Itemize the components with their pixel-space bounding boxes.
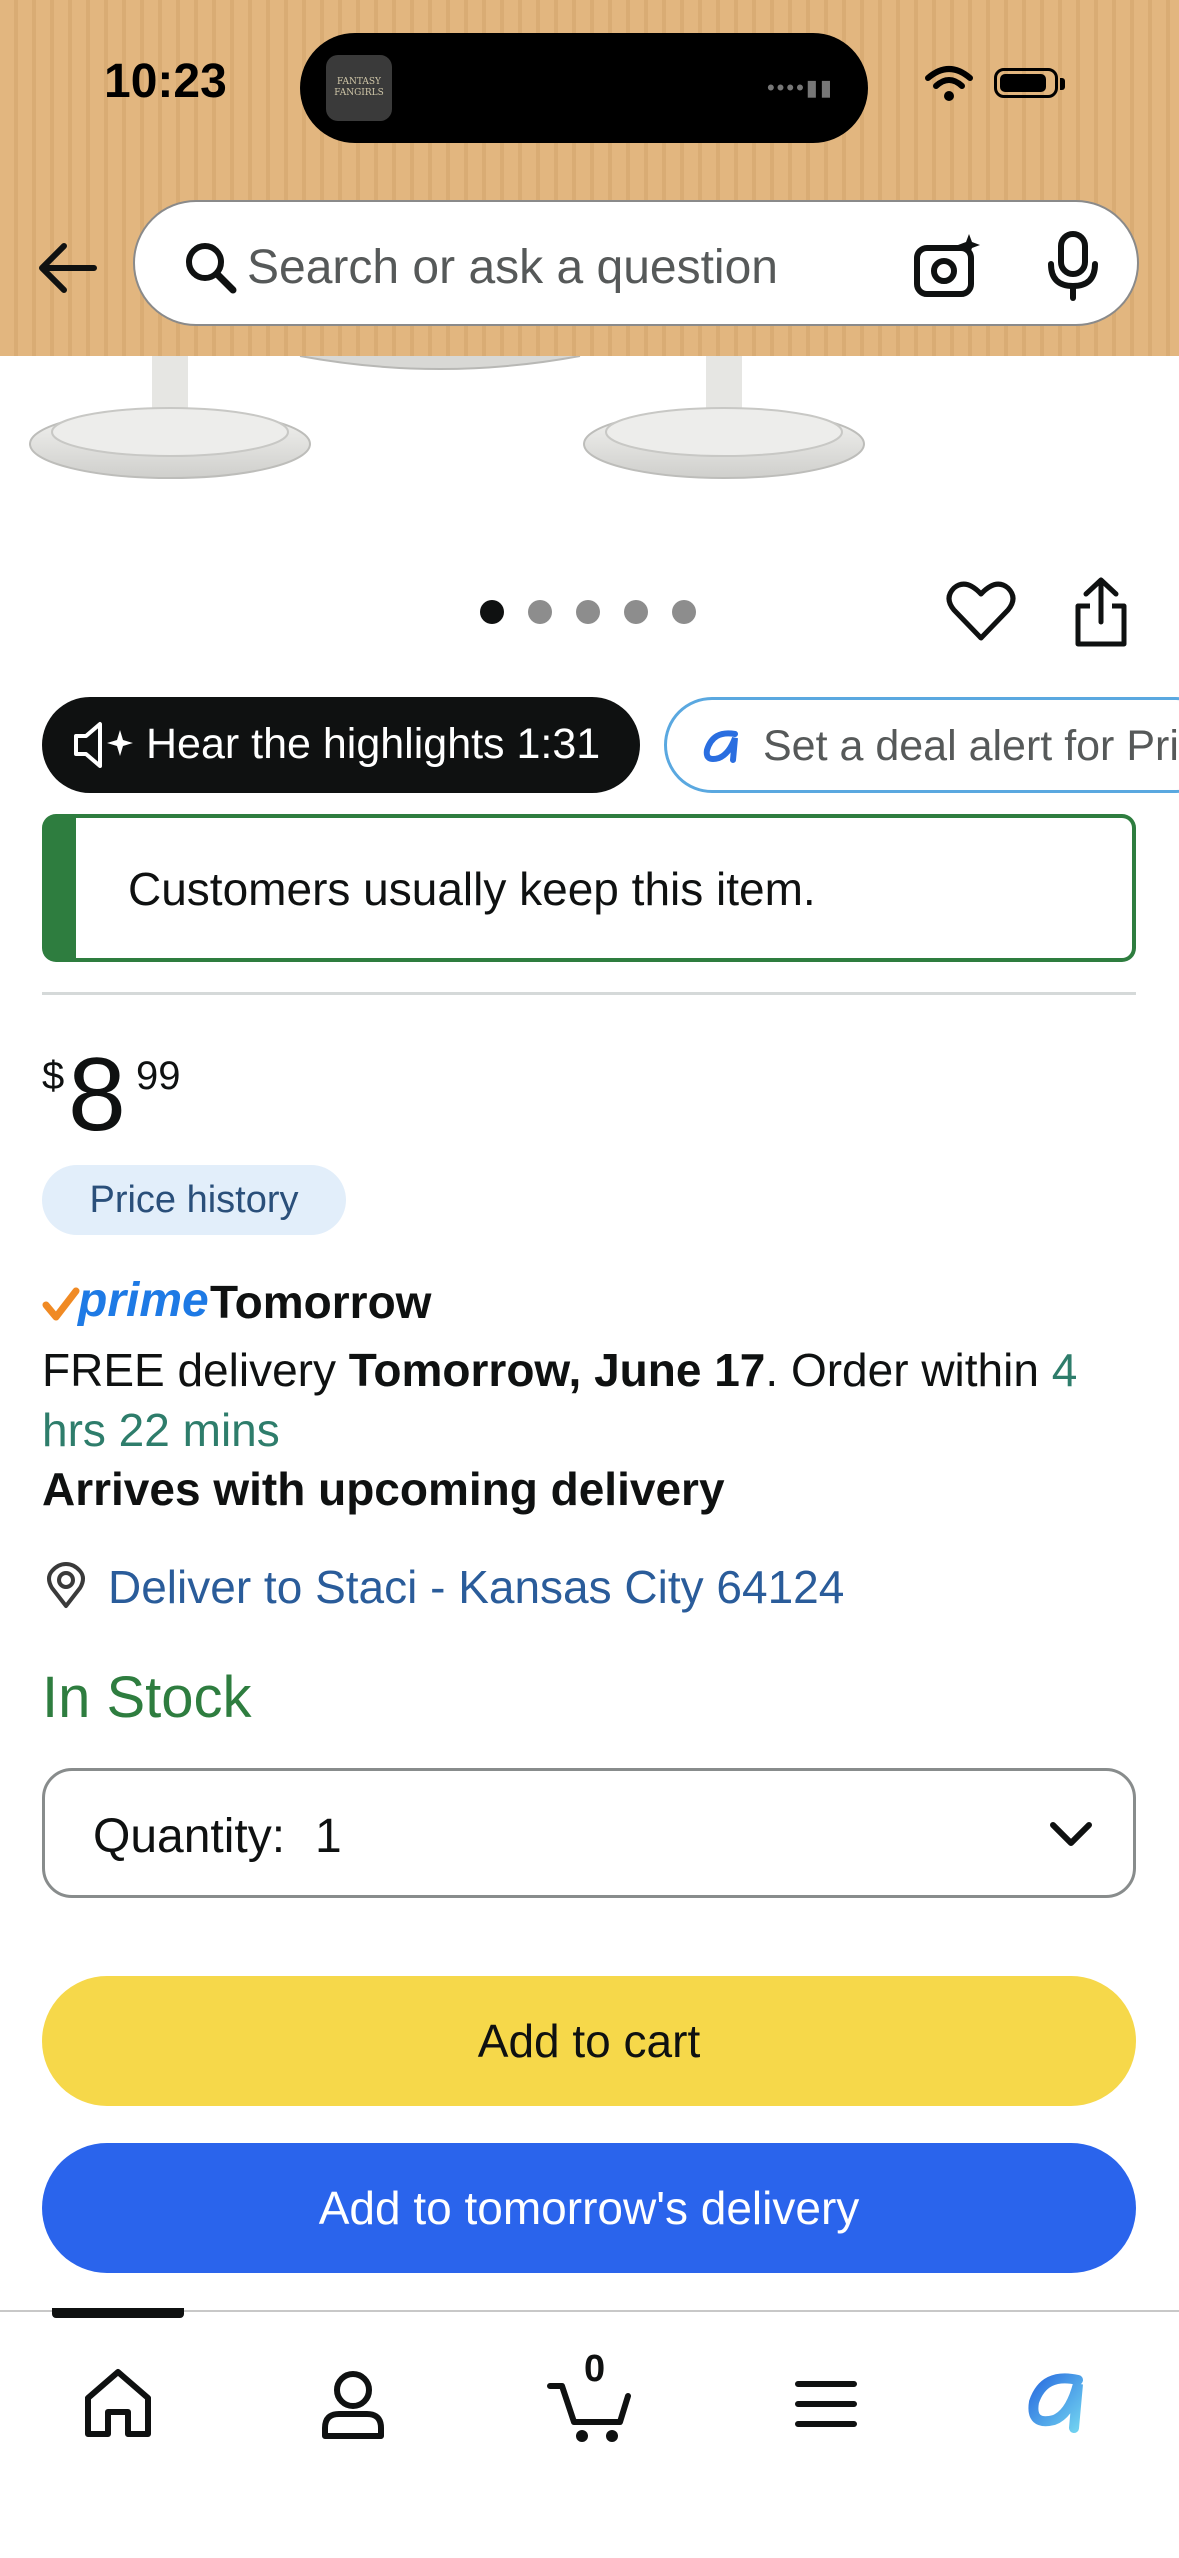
search-icon: [186, 243, 237, 294]
add-to-tomorrow-button[interactable]: Add to tomorrow's delivery: [42, 2143, 1136, 2273]
account-icon[interactable]: [303, 2352, 403, 2452]
search-input[interactable]: Search or ask a question: [247, 240, 778, 295]
section-divider: [42, 992, 1136, 995]
quantity-label: Quantity:: [93, 1810, 286, 1863]
deal-alert-label: Set a deal alert for Pri: [763, 722, 1179, 770]
status-icons: [924, 64, 1074, 104]
quantity-dropdown[interactable]: Quantity: 1: [42, 1768, 1136, 1898]
carousel-dot[interactable]: [624, 600, 648, 624]
deal-alert-button[interactable]: Set a deal alert for Pri: [664, 697, 1179, 793]
wifi-icon: [925, 66, 973, 101]
carousel-dot[interactable]: [576, 600, 600, 624]
camera-search-icon[interactable]: [913, 232, 981, 300]
battery-icon: [994, 68, 1058, 98]
customers-keep-banner: Customers usually keep this item.: [42, 814, 1136, 962]
carousel-dot[interactable]: [528, 600, 552, 624]
keep-banner-text: Customers usually keep this item.: [128, 863, 816, 915]
island-activity-icon: ••••▮▮: [766, 75, 834, 100]
share-icon[interactable]: [1070, 576, 1132, 648]
active-tab-indicator: [52, 2308, 184, 2318]
delivery-prefix: FREE delivery: [42, 1344, 349, 1396]
wishlist-heart-icon[interactable]: [946, 576, 1016, 646]
hear-highlights-button[interactable]: Hear the highlights 1:31: [42, 697, 640, 793]
delivery-middle: . Order within: [765, 1344, 1052, 1396]
deliver-to-label[interactable]: Deliver to Staci - Kansas City 64124: [108, 1560, 844, 1614]
add-to-cart-button[interactable]: Add to cart: [42, 1976, 1136, 2106]
cart-button[interactable]: 0: [540, 2348, 640, 2452]
delivery-details: FREE delivery Tomorrow, June 17. Order w…: [42, 1340, 1142, 1460]
bottom-navigation: 0: [0, 2308, 1179, 2558]
prime-logo: prime: [78, 1274, 209, 1327]
price-symbol: $: [42, 1054, 65, 1098]
quantity-value: 1: [315, 1810, 342, 1863]
product-stand-illustration: [29, 356, 865, 479]
cart-icon: [547, 2383, 631, 2442]
location-pin-icon: [47, 1562, 85, 1608]
back-arrow-icon[interactable]: [34, 238, 100, 298]
prime-speed: Tomorrow: [210, 1276, 432, 1328]
stock-status: In Stock: [42, 1665, 252, 1730]
rufus-icon[interactable]: [1010, 2352, 1110, 2452]
product-image[interactable]: [0, 356, 1179, 506]
battery-tip: [1060, 78, 1065, 90]
price-history-button[interactable]: Price history: [42, 1165, 346, 1235]
highlights-label: Hear the highlights 1:31: [146, 720, 601, 768]
price-fraction: 99: [136, 1054, 181, 1098]
prime-check-icon: [42, 1287, 80, 1321]
speaker-sparkle-icon: [74, 722, 133, 768]
carousel-dot[interactable]: [672, 600, 696, 624]
arrives-with-delivery: Arrives with upcoming delivery: [42, 1463, 725, 1515]
app-header: 10:23 FANTASY FANGIRLS ••••▮▮ Search or a…: [0, 0, 1179, 356]
menu-icon[interactable]: [776, 2352, 876, 2452]
price-whole: 8: [68, 1037, 126, 1153]
island-app-logo: FANTASY FANGIRLS: [326, 55, 392, 121]
dynamic-island: FANTASY FANGIRLS ••••▮▮: [300, 33, 868, 143]
carousel-dot[interactable]: [480, 600, 504, 624]
status-time: 10:23: [104, 55, 227, 108]
chevron-down-icon: [1050, 1822, 1092, 1846]
delivery-date: Tomorrow, June 17: [348, 1344, 766, 1396]
rufus-a-icon: [703, 730, 738, 763]
microphone-icon[interactable]: [1043, 230, 1103, 302]
search-bar[interactable]: Search or ask a question: [133, 200, 1139, 326]
home-icon[interactable]: [68, 2352, 168, 2452]
